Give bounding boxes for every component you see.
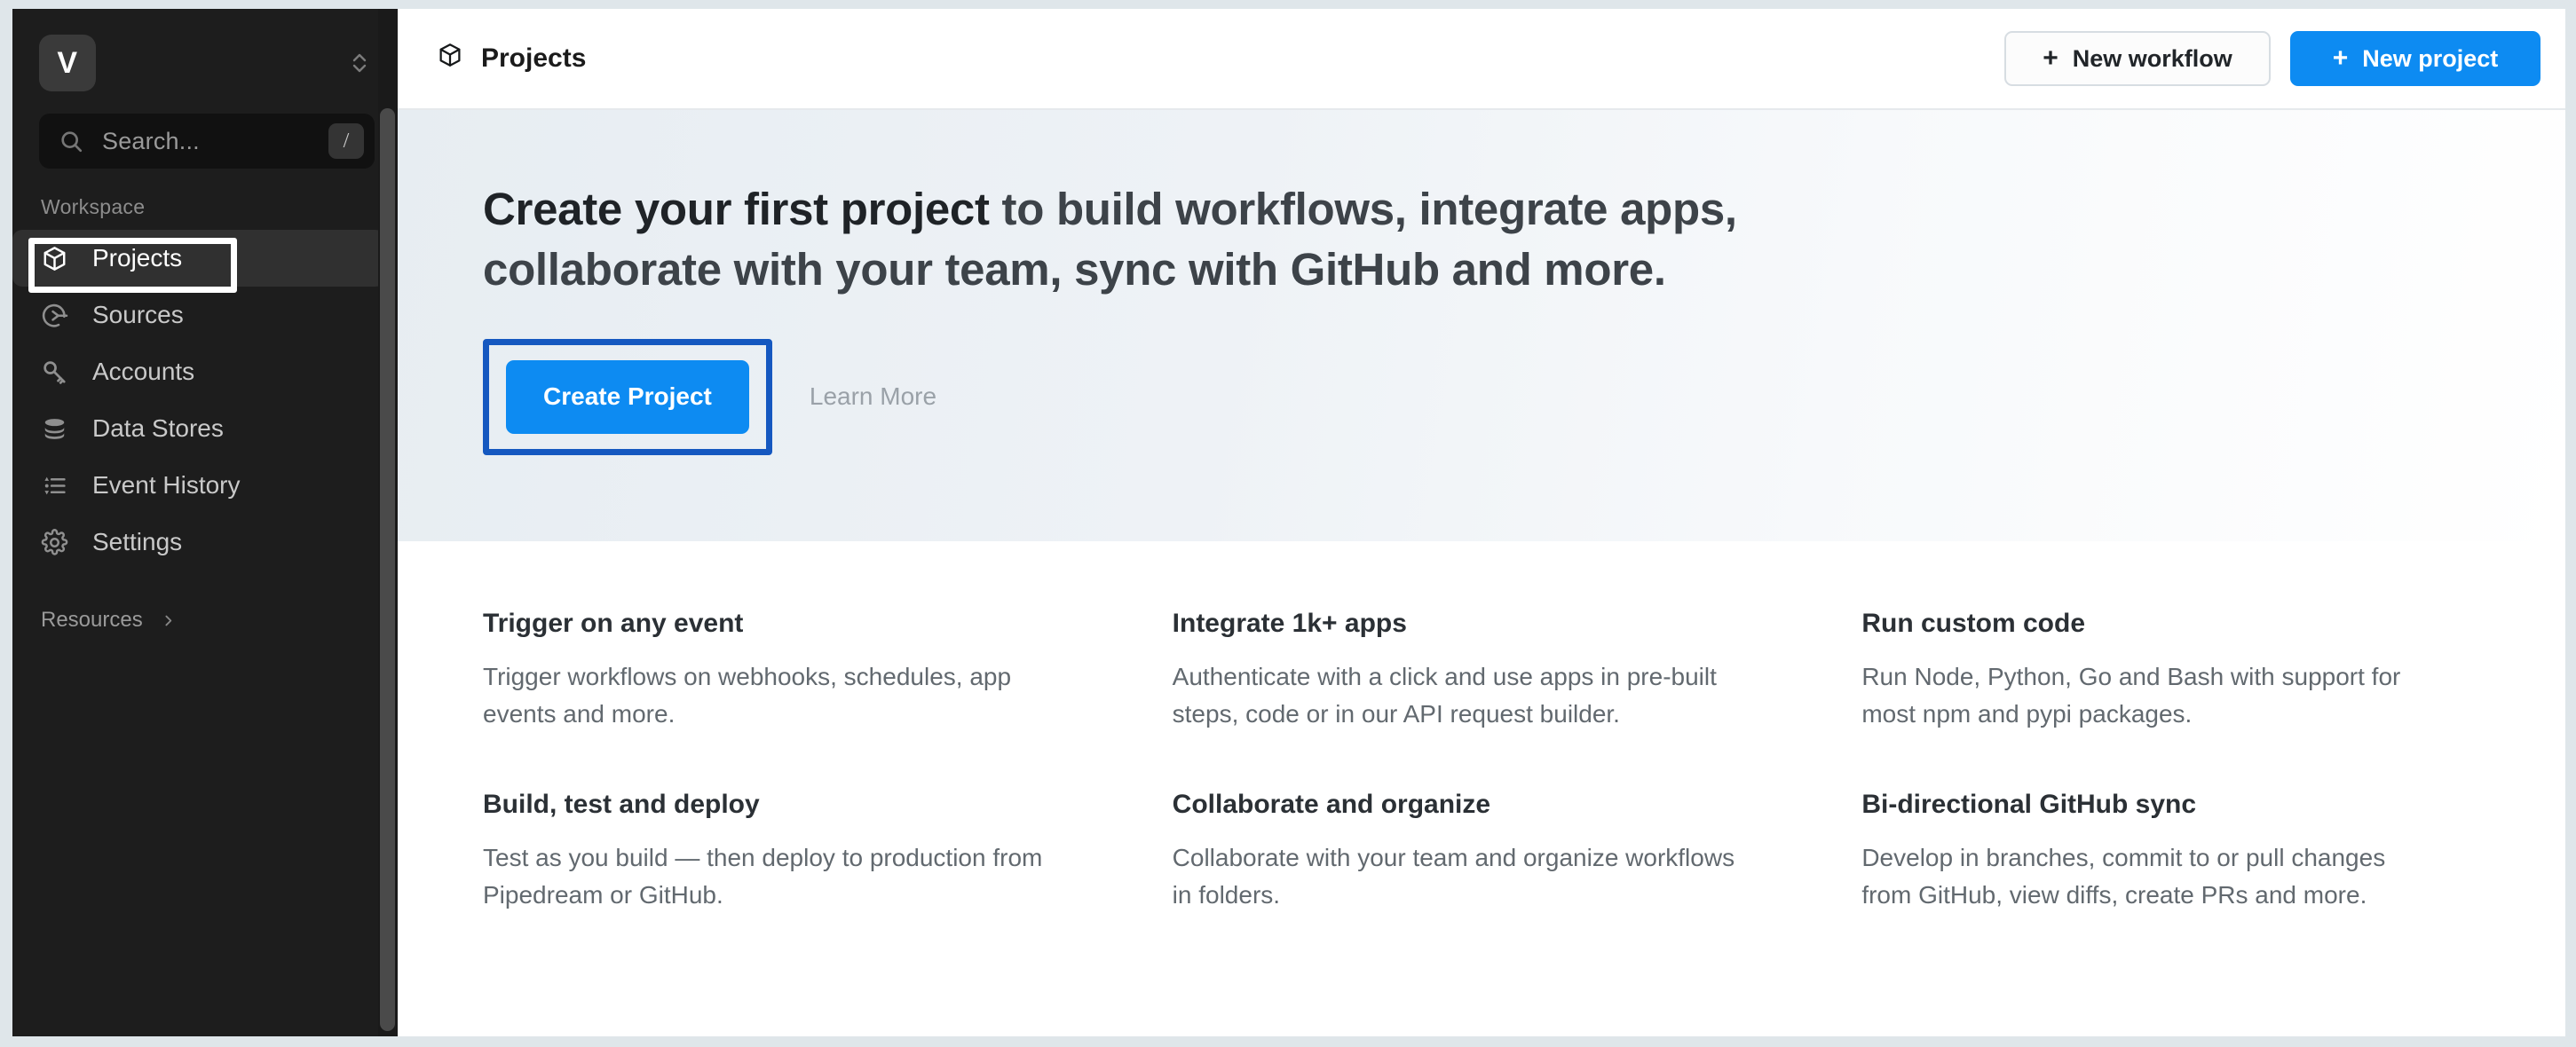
feature-title: Run custom code — [1861, 609, 2086, 638]
sidebar-item-settings[interactable]: Settings — [12, 514, 385, 571]
feature-title: Integrate 1k+ apps — [1172, 609, 1407, 638]
sidebar-item-label: Sources — [92, 301, 184, 328]
sidebar-header: V — [12, 28, 398, 98]
annotation-box-create-project: Create Project — [483, 338, 772, 455]
sidebar-item-resources[interactable]: Resources — [12, 571, 398, 633]
hero-cta-row: Create Project Learn More — [483, 338, 2565, 455]
search-input[interactable]: Search... / — [39, 114, 375, 169]
list-icon — [41, 472, 76, 500]
topbar: Projects + New workflow + New project — [398, 9, 2565, 110]
feature-desc: Develop in branches, commit to or pull c… — [1861, 844, 2386, 909]
cube-icon — [41, 245, 76, 272]
sidebar-item-sources[interactable]: Sources — [12, 287, 385, 343]
sidebar-scrollbar-thumb[interactable] — [380, 108, 395, 1031]
plus-icon: + — [2043, 43, 2058, 73]
feature-desc: Authenticate with a click and use apps i… — [1172, 663, 1717, 728]
sidebar-item-label: Projects — [92, 244, 183, 272]
app-window: V Search... / Workspace Projects Sources… — [12, 9, 2565, 1036]
workspace-avatar[interactable]: V — [39, 35, 96, 91]
search-icon — [59, 129, 84, 154]
sidebar-item-label: Event History — [92, 471, 241, 499]
new-workflow-button[interactable]: + New workflow — [2004, 31, 2271, 86]
features-grid: Trigger on any event Trigger workflows o… — [398, 541, 2565, 1036]
page-title: Projects — [437, 42, 586, 75]
sidebar-item-label: Data Stores — [92, 414, 224, 442]
page-title-text: Projects — [481, 43, 587, 73]
feature-title: Build, test and deploy — [483, 790, 760, 819]
sidebar-item-label: Accounts — [92, 358, 195, 385]
feature-title: Collaborate and organize — [1172, 790, 1491, 819]
topbar-actions: + New workflow + New project — [2004, 31, 2540, 86]
plus-icon: + — [2332, 43, 2349, 73]
search-container: Search... / — [12, 98, 398, 169]
feature-title: Bi-directional GitHub sync — [1861, 790, 2197, 819]
feature-title: Trigger on any event — [483, 609, 744, 638]
feature-card: Trigger on any event Trigger workflows o… — [483, 609, 1102, 733]
feature-card: Integrate 1k+ apps Authenticate with a c… — [1173, 609, 1791, 733]
source-arrow-icon — [41, 302, 76, 329]
new-project-button[interactable]: + New project — [2290, 31, 2540, 86]
search-placeholder: Search... — [102, 127, 200, 154]
sidebar-item-projects[interactable]: Projects — [12, 230, 385, 287]
key-icon — [41, 358, 76, 386]
create-project-button[interactable]: Create Project — [506, 359, 749, 434]
feature-desc: Run Node, Python, Go and Bash with suppo… — [1861, 663, 2401, 728]
feature-card: Bi-directional GitHub sync Develop in br… — [1861, 790, 2480, 914]
search-shortcut-badge: / — [328, 123, 364, 159]
sidebar-item-label: Settings — [92, 528, 183, 555]
main-content: Projects + New workflow + New project Cr… — [398, 9, 2565, 1036]
feature-card: Collaborate and organize Collaborate wit… — [1173, 790, 1791, 914]
feature-card: Build, test and deploy Test as you build… — [483, 790, 1102, 914]
new-workflow-label: New workflow — [2072, 44, 2232, 72]
chevron-right-icon — [161, 613, 176, 628]
sidebar-scrollbar[interactable] — [378, 9, 398, 1036]
hero-banner: Create your first project to build workf… — [398, 110, 2565, 541]
sidebar-item-data-stores[interactable]: Data Stores — [12, 400, 385, 457]
feature-desc: Trigger workflows on webhooks, schedules… — [483, 663, 1012, 728]
database-icon — [41, 415, 76, 443]
sidebar-item-event-history[interactable]: Event History — [12, 457, 385, 514]
nav-section-label: Workspace — [41, 195, 146, 218]
learn-more-link[interactable]: Learn More — [810, 382, 936, 411]
hero-headline: Create your first project to build workf… — [483, 179, 1779, 300]
hero-headline-bold: Create your first project — [483, 184, 990, 234]
cube-icon — [437, 42, 463, 75]
resources-label: Resources — [41, 608, 143, 632]
chevron-up-down-icon[interactable] — [344, 43, 375, 83]
feature-card: Run custom code Run Node, Python, Go and… — [1861, 609, 2480, 733]
feature-desc: Collaborate with your team and organize … — [1172, 844, 1735, 909]
feature-desc: Test as you build — then deploy to produ… — [483, 844, 1043, 909]
sidebar-item-accounts[interactable]: Accounts — [12, 343, 385, 400]
sidebar-nav: Projects Sources Accounts Data Stores Ev… — [12, 230, 398, 571]
new-project-label: New project — [2362, 44, 2499, 72]
sidebar: V Search... / Workspace Projects Sources… — [12, 9, 398, 1036]
gear-icon — [41, 528, 76, 556]
